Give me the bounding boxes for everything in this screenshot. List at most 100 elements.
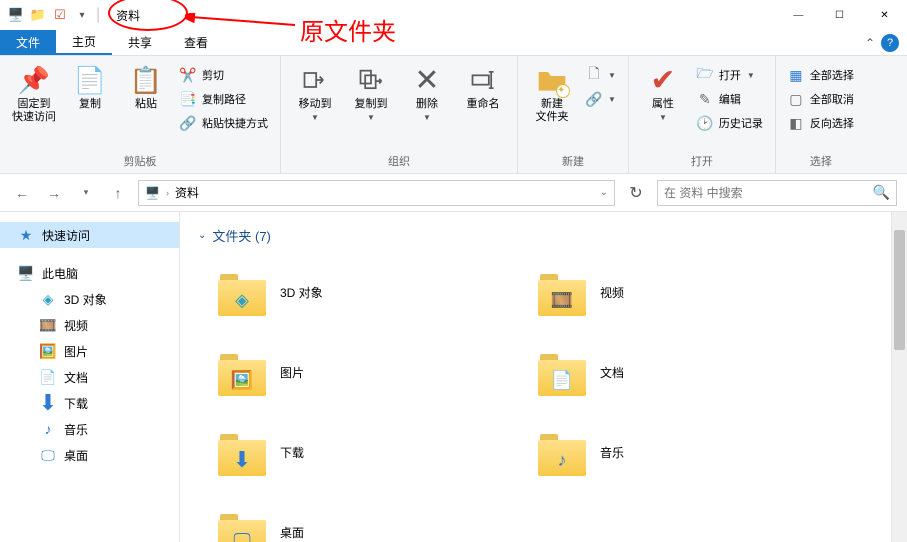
sidebar-item-label: 文档 [64,369,88,386]
chevron-right-icon: › [166,188,169,198]
navigation-pane: ★ 快速访问 🖥️ 此电脑 ◈3D 对象🎞️视频🖼️图片 📄 文档 ⬇下载♪音乐🖵桌面 [0,212,180,542]
forward-button[interactable]: → [42,181,66,205]
chevron-down-icon: ▼ [423,113,431,122]
folder-label: 视频 [600,284,624,301]
paste-icon: 📋 [130,64,162,96]
ribbon-group-select: ▦全部选择 ▢全部取消 ◧反向选择 选择 [776,56,866,173]
invert-selection-button[interactable]: ◧反向选择 [784,112,858,134]
folder-music[interactable]: ♪音乐 [518,417,838,487]
edit-button[interactable]: ✎编辑 [693,88,767,110]
folder-icon: ⬇ [218,428,266,476]
folder-cube[interactable]: ◈3D 对象 [198,257,518,327]
delete-button[interactable]: ✕ 删除 ▼ [401,60,453,122]
sidebar-item-download[interactable]: ⬇下载 [0,390,179,416]
properties-button[interactable]: ✔ 属性 ▼ [637,60,689,122]
tab-home[interactable]: 主页 [56,30,112,55]
folder-label: 3D 对象 [280,284,323,301]
invert-icon: ◧ [788,115,804,131]
folder-video[interactable]: 🎞️视频 [518,257,838,327]
paste-shortcut-label: 粘贴快捷方式 [202,115,268,131]
new-folder-label: 新建 文件夹 [536,98,569,124]
help-button[interactable]: ? [881,34,899,52]
sidebar-item-video[interactable]: 🎞️视频 [0,312,179,338]
tab-view[interactable]: 查看 [168,30,224,55]
close-button[interactable]: ✕ [862,0,907,30]
paste-button[interactable]: 📋 粘贴 [120,60,172,111]
chevron-down-icon: ▼ [608,71,616,80]
folder-icon: ♪ [538,428,586,476]
chevron-down-icon: ▼ [311,113,319,122]
folders-section-header[interactable]: ⌄ 文件夹 (7) [198,226,889,245]
new-item-icon: 🗋 [586,67,602,83]
document-icon: 📄 [40,369,56,385]
select-all-button[interactable]: ▦全部选择 [784,64,858,86]
rename-icon [467,64,499,96]
select-all-label: 全部选择 [810,67,854,83]
ribbon-group-open: ✔ 属性 ▼ 🗁打开 ▼ ✎编辑 🕑历史记录 打开 [629,56,776,173]
paste-shortcut-icon: 🔗 [180,115,196,131]
copy-button[interactable]: 📄 复制 [64,60,116,111]
move-to-icon [299,64,331,96]
up-button[interactable]: ↑ [106,181,130,205]
sidebar-item-picture[interactable]: 🖼️图片 [0,338,179,364]
open-icon: 🗁 [697,67,713,83]
sidebar-item-cube[interactable]: ◈3D 对象 [0,286,179,312]
rename-label: 重命名 [467,98,500,111]
vertical-scrollbar[interactable] [891,212,907,542]
delete-icon: ✕ [411,64,443,96]
folders-section-title: 文件夹 (7) [212,226,271,245]
tab-share[interactable]: 共享 [112,30,168,55]
back-button[interactable]: ← [10,181,34,205]
cut-button[interactable]: ✂️剪切 [176,64,272,86]
chevron-down-icon: ▼ [659,113,667,122]
sidebar-item-desktop[interactable]: 🖵桌面 [0,442,179,468]
paste-label: 粘贴 [135,98,157,111]
search-input[interactable]: 在 资料 中搜索 🔍 [657,180,897,206]
easy-access-button[interactable]: 🔗▼ [582,88,620,110]
window-icon-check: ☑ [52,7,68,23]
folder-label: 图片 [280,364,304,381]
folder-picture[interactable]: 🖼️图片 [198,337,518,407]
sidebar-item-document[interactable]: 📄 文档 [0,364,179,390]
select-none-button[interactable]: ▢全部取消 [784,88,858,110]
properties-icon: ✔ [647,64,679,96]
folder-download[interactable]: ⬇ 下载 [198,417,518,487]
cut-label: 剪切 [202,67,224,83]
paste-shortcut-button[interactable]: 🔗 粘贴快捷方式 [176,112,272,134]
refresh-button[interactable]: ↻ [623,180,649,206]
move-to-button[interactable]: 移动到 ▼ [289,60,341,122]
copy-to-button[interactable]: 复制到 ▼ [345,60,397,122]
tab-file[interactable]: 文件 [0,30,56,55]
folder-label: 下载 [280,444,304,461]
history-button[interactable]: 🕑历史记录 [693,112,767,134]
sidebar-quick-access[interactable]: ★ 快速访问 [0,222,179,248]
rename-button[interactable]: 重命名 [457,60,509,111]
cube-icon: ◈ [40,291,56,307]
maximize-button[interactable]: ☐ [817,0,862,30]
copy-path-button[interactable]: 📑复制路径 [176,88,272,110]
address-dropdown[interactable]: ⌄ [600,187,608,198]
group-label-new: 新建 [526,153,620,171]
new-folder-button[interactable]: ✦ 新建 文件夹 [526,60,578,124]
minimize-button[interactable]: — [772,0,817,30]
easy-access-icon: 🔗 [586,91,602,107]
sidebar-this-pc[interactable]: 🖥️ 此电脑 [0,260,179,286]
scrollbar-thumb[interactable] [894,230,905,350]
quick-access-dropdown[interactable]: ▾ [74,7,90,23]
desktop-icon: 🖵 [40,447,56,463]
collapse-ribbon-button[interactable]: ⌃ [865,36,875,50]
folder-desktop[interactable]: 🖵桌面 [198,497,518,542]
pin-to-quick-access-button[interactable]: 📌 固定到 快速访问 [8,60,60,124]
folder-icon: 🖵 [218,508,266,542]
star-icon: ★ [18,227,34,243]
select-none-icon: ▢ [788,91,804,107]
address-bar[interactable]: 🖥️ › 资料 ⌄ [138,180,615,206]
recent-button[interactable]: ▾ [74,181,98,205]
folder-document[interactable]: 📄文档 [518,337,838,407]
new-item-button[interactable]: 🗋▼ [582,64,620,86]
copy-to-icon [355,64,387,96]
sidebar-item-music[interactable]: ♪音乐 [0,416,179,442]
open-button[interactable]: 🗁打开 ▼ [693,64,767,86]
edit-label: 编辑 [719,91,741,107]
window-title: 资料 [116,7,140,24]
